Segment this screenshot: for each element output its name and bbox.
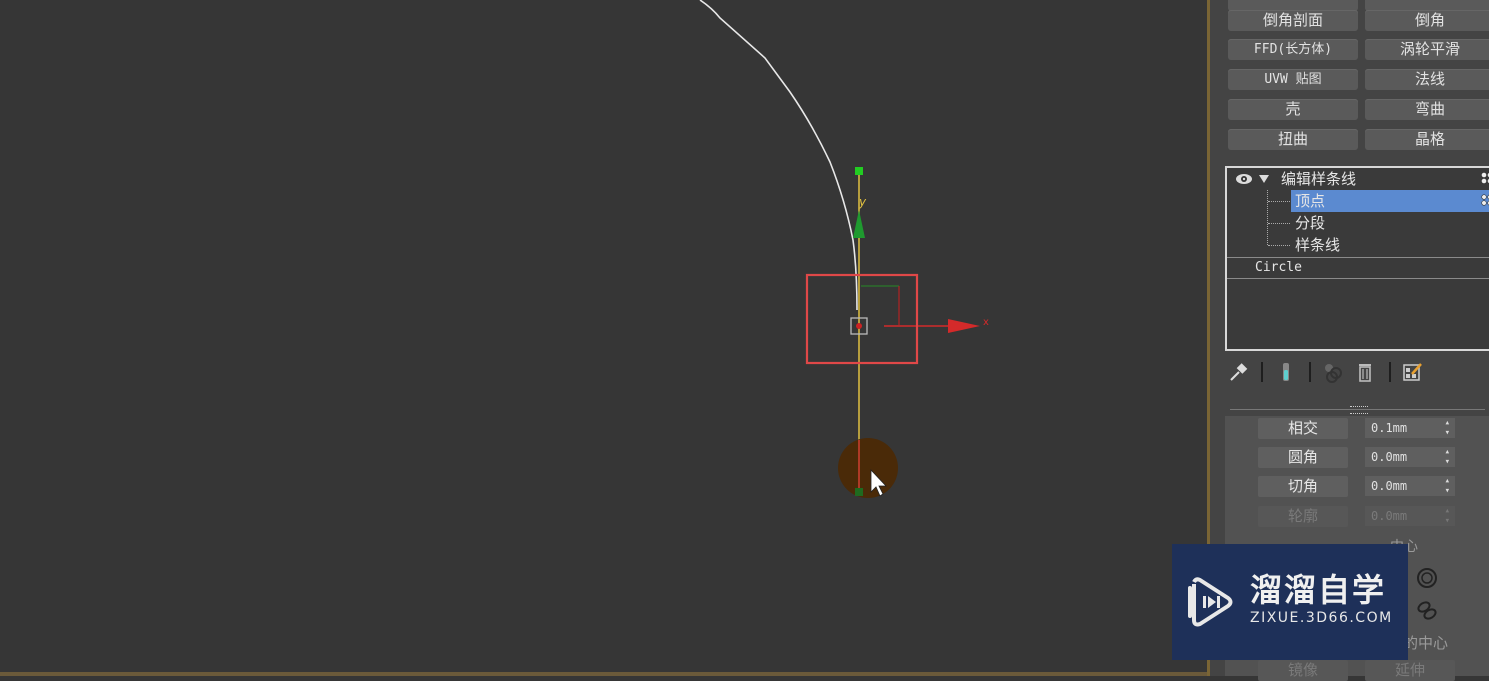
chamfer-spinner[interactable]: 0.0mm ▴ ▾ [1365, 476, 1455, 496]
stack-item-base-object[interactable]: Circle [1255, 257, 1302, 279]
viewport[interactable]: x y [0, 0, 1210, 672]
gizmo-y-arrow[interactable] [853, 210, 865, 238]
viewport-border [0, 672, 1210, 676]
show-end-result-icon[interactable] [1274, 360, 1298, 384]
vertex-center-dot [856, 323, 862, 329]
center-label: 的中心 [1403, 634, 1449, 652]
stack-subobject-vertex[interactable]: 顶点 [1291, 190, 1489, 212]
expand-triangle-icon[interactable] [1259, 175, 1269, 183]
tree-branch [1268, 201, 1290, 202]
eye-icon[interactable] [1235, 173, 1253, 185]
modifier-button-uvw-map[interactable]: UVW 贴图 [1228, 69, 1358, 90]
pin-stack-icon[interactable] [1227, 360, 1251, 384]
stack-subobject-segment[interactable]: 分段 [1295, 212, 1325, 234]
stack-item-label: 编辑样条线 [1281, 170, 1357, 188]
modifier-stack-list[interactable]: 编辑样条线 顶点 分段 样条线 Circle [1225, 166, 1489, 351]
chamfer-value: 0.0mm [1371, 479, 1408, 493]
toolbar-separator [1389, 362, 1391, 382]
gizmo-y-label: y [858, 195, 867, 209]
watermark-url: ZIXUE.3D66.COM [1250, 610, 1393, 626]
spinner-arrows-icon[interactable]: ▴ ▾ [1445, 418, 1450, 438]
intersect-button[interactable]: 相交 [1258, 418, 1348, 439]
fillet-spinner[interactable]: 0.0mm ▴ ▾ [1365, 447, 1455, 467]
tree-branch [1268, 245, 1290, 246]
intersect-value: 0.1mm [1371, 421, 1408, 435]
intersect-spinner[interactable]: 0.1mm ▴ ▾ [1365, 418, 1455, 438]
modifier-button-lattice[interactable]: 晶格 [1365, 129, 1489, 150]
make-unique-icon[interactable] [1321, 360, 1345, 384]
outline-value: 0.0mm [1371, 509, 1408, 523]
stack-subobject-spline[interactable]: 样条线 [1295, 234, 1340, 256]
boolean-union-icon[interactable] [1415, 566, 1439, 590]
toolbar-separator [1309, 362, 1311, 382]
fillet-value: 0.0mm [1371, 450, 1408, 464]
tree-branch [1268, 223, 1290, 224]
spinner-arrows-icon[interactable]: ▴ ▾ [1445, 476, 1450, 496]
tree-connector [1267, 190, 1268, 245]
viewport-canvas[interactable]: x y [0, 0, 1210, 672]
chamfer-button[interactable]: 切角 [1258, 476, 1348, 497]
spinner-arrows-icon[interactable]: ▴ ▾ [1445, 506, 1450, 526]
subobject-label: 顶点 [1295, 192, 1326, 210]
subobject-vertex-icon [1481, 194, 1489, 206]
modifier-button-normal[interactable]: 法线 [1365, 69, 1489, 90]
modifier-button-bevel[interactable]: 倒角 [1365, 10, 1489, 31]
panel-resize-grip[interactable] [1350, 406, 1368, 414]
mirror-button[interactable]: 镜像 [1258, 660, 1348, 681]
gizmo-y-end-handle[interactable] [855, 167, 863, 175]
stack-item-edit-spline[interactable]: 编辑样条线 [1227, 168, 1489, 190]
spinner-arrows-icon[interactable]: ▴ ▾ [1445, 447, 1450, 467]
remove-modifier-icon[interactable] [1353, 360, 1377, 384]
modifier-button-bevel-profile[interactable]: 倒角剖面 [1228, 10, 1358, 31]
selection-highlight-box [805, 273, 919, 365]
extend-button[interactable]: 延伸 [1365, 660, 1455, 681]
watermark-overlay: 溜溜自学 ZIXUE.3D66.COM [1172, 544, 1408, 660]
gizmo-x-arrow[interactable] [948, 319, 980, 333]
gizmo-origin-handle[interactable] [855, 488, 863, 496]
modifier-button-shell[interactable]: 壳 [1228, 99, 1358, 120]
stack-toolbar [1225, 358, 1485, 386]
circle-spline[interactable] [699, 0, 858, 311]
modifier-button-turbosmooth[interactable]: 涡轮平滑 [1365, 39, 1489, 60]
play-logo-icon [1188, 577, 1233, 627]
mirror-icon[interactable] [1415, 598, 1439, 622]
gizmo-x-label: x [983, 317, 989, 328]
fillet-button[interactable]: 圆角 [1258, 447, 1348, 468]
watermark-title: 溜溜自学 [1250, 571, 1387, 609]
outline-spinner[interactable]: 0.0mm ▴ ▾ [1365, 506, 1455, 526]
modifier-active-icon[interactable] [1481, 172, 1489, 186]
modifier-button-ffd-box[interactable]: FFD(长方体) [1228, 39, 1358, 60]
modifier-button-bend[interactable]: 弯曲 [1365, 99, 1489, 120]
cursor-halo [838, 438, 898, 498]
outline-button[interactable]: 轮廓 [1258, 506, 1348, 527]
modifier-button-twist[interactable]: 扭曲 [1228, 129, 1358, 150]
toolbar-separator [1261, 362, 1263, 382]
configure-modifier-sets-icon[interactable] [1400, 360, 1424, 384]
stack-divider [1227, 278, 1489, 279]
